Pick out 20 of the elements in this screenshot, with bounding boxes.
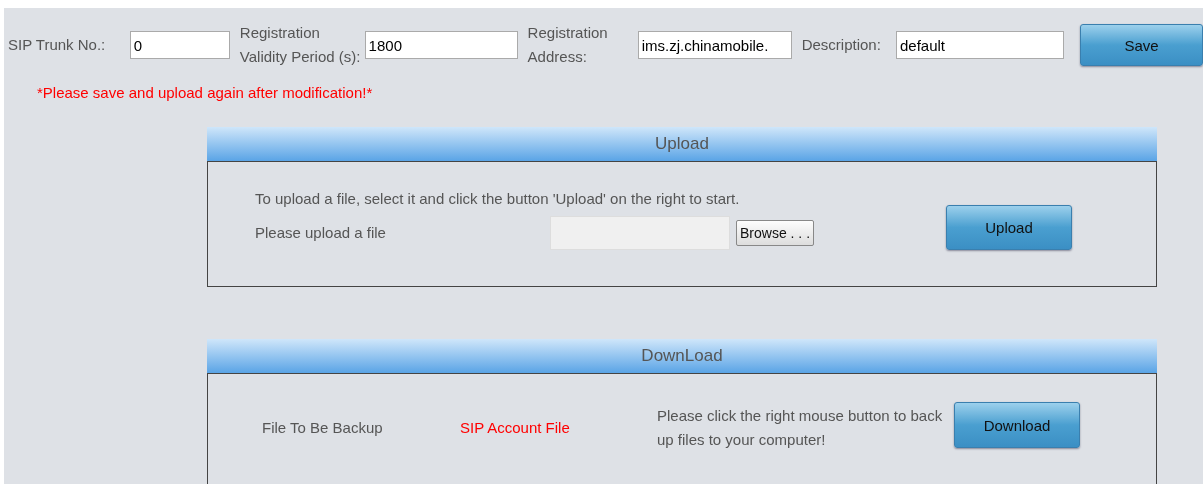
input-field[interactable]: 1800 bbox=[364, 31, 518, 59]
instruction-text: To upload a file, select it and click the button 'Upload' on the right to start. bbox=[255, 190, 741, 207]
warning-text: *Please save and upload again after modification!* bbox=[37, 84, 374, 101]
save-button[interactable]: Save bbox=[1080, 24, 1203, 66]
panel-header: DownLoad bbox=[207, 339, 1157, 373]
file-label: File To Be Backup bbox=[262, 419, 384, 436]
download-button[interactable]: Download bbox=[954, 402, 1080, 448]
field-label: Description: bbox=[801, 35, 882, 55]
field-label: SIP Trunk No.: bbox=[8, 35, 107, 55]
input-field[interactable]: default bbox=[896, 31, 1064, 59]
upload-button[interactable]: Upload bbox=[946, 205, 1073, 250]
field-label: Registration Address: bbox=[527, 23, 609, 67]
hint-text: Please click the right mouse button to back up files to your computer! bbox=[657, 406, 944, 450]
input-field[interactable]: ims.zj.chinamobile. bbox=[637, 31, 792, 59]
file-name: SIP Account File bbox=[460, 419, 571, 436]
input-field[interactable]: 0 bbox=[129, 31, 230, 59]
file-label: Please upload a file bbox=[255, 224, 387, 241]
field-label: Registration Validity Period (s): bbox=[239, 23, 361, 67]
panel-header: Upload bbox=[207, 127, 1157, 161]
browse-button[interactable]: Browse . . . bbox=[736, 219, 815, 246]
